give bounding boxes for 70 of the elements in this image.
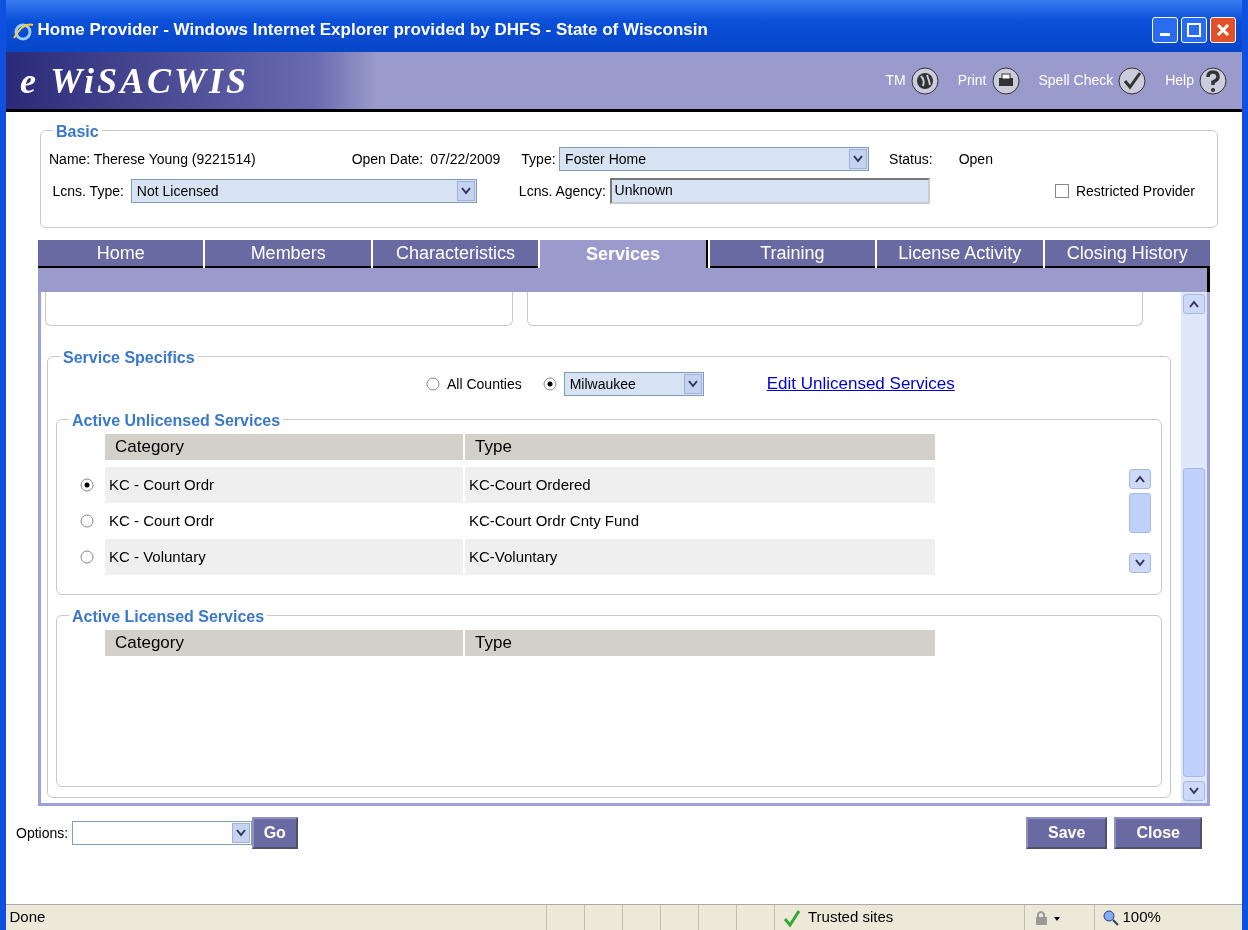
zoom-icon	[1103, 909, 1119, 926]
toolbar-link[interactable]: TM	[885, 70, 906, 91]
app-logo: e WiSACWIS	[20, 59, 250, 103]
table-cell: KC-Court Ordered	[465, 467, 935, 503]
minimize-icon	[1160, 32, 1170, 36]
scrollbar[interactable]	[1127, 467, 1153, 575]
tab[interactable]: License Activity	[877, 240, 1043, 268]
go-button[interactable]: Go	[251, 817, 298, 849]
spell-check-icon[interactable]	[1117, 65, 1148, 96]
tab[interactable]: Members	[205, 240, 371, 268]
close-icon	[1216, 23, 1230, 37]
table-cell: KC-Voluntary	[465, 539, 935, 575]
select-value: Foster Home	[565, 149, 646, 169]
scrollbar[interactable]	[1181, 292, 1207, 803]
tab[interactable]: Services	[540, 240, 708, 268]
window-title: Home Provider - Windows Internet Explorer provided by DHFS - State of Wisconsin	[37, 19, 708, 42]
license-type-select[interactable]: Not Licensed	[130, 179, 477, 203]
zone-text: Trusted sites	[808, 907, 894, 928]
field-value: 07/22/2009	[430, 149, 501, 169]
county-select[interactable]: Milwaukee	[563, 372, 704, 396]
field-label: Open Date:	[351, 149, 424, 169]
radio-button[interactable]	[542, 377, 557, 391]
field-label: Lcns. Type:	[52, 181, 124, 201]
checkmark-icon	[783, 908, 801, 927]
column-header: Category	[105, 630, 463, 656]
close-button[interactable]: Close	[1114, 817, 1202, 849]
field-value: Therese Young (9221514)	[93, 149, 256, 169]
status-text: Done	[8, 907, 47, 928]
checkbox-label: Restricted Provider	[1075, 181, 1195, 201]
agency-field[interactable]: Unknown	[609, 178, 930, 204]
globe-icon[interactable]	[909, 65, 940, 96]
field-label: Type:	[521, 149, 556, 169]
tab[interactable]: Home	[38, 240, 204, 268]
table-cell: KC - Court Ordr	[105, 467, 463, 503]
select-value: Milwaukee	[569, 374, 636, 394]
table-cell-text: KC-Court Ordr Cnty Fund	[468, 510, 641, 531]
help-icon[interactable]	[1198, 65, 1228, 96]
toolbar-link[interactable]: Spell Check	[1038, 70, 1114, 91]
save-button[interactable]: Save	[1026, 817, 1108, 849]
field-label: Status:	[889, 149, 933, 169]
tab[interactable]: Closing History	[1044, 240, 1210, 268]
type-select[interactable]: Foster Home	[559, 147, 870, 171]
radio-button[interactable]	[80, 478, 94, 492]
printer-icon[interactable]	[990, 65, 1021, 96]
select-value: Not Licensed	[136, 181, 219, 201]
field-label: Name:	[49, 149, 91, 169]
field-label: Options:	[16, 823, 69, 843]
maximize-button[interactable]	[1181, 17, 1207, 43]
close-button[interactable]	[1210, 17, 1236, 43]
lock-icon[interactable]	[1033, 909, 1063, 926]
table-cell-text: KC - Court Ordr	[108, 510, 215, 531]
column-header: Category	[105, 434, 463, 460]
checkbox[interactable]	[1054, 184, 1069, 198]
minimize-button[interactable]	[1152, 17, 1178, 43]
radio-button[interactable]	[426, 377, 440, 391]
table-cell: KC - Voluntary	[105, 539, 463, 575]
tab[interactable]: Training	[709, 240, 876, 268]
radio-button[interactable]	[80, 514, 94, 528]
toolbar-link[interactable]: Print	[957, 70, 987, 91]
field-value: Open	[958, 149, 993, 169]
toolbar-link[interactable]: Help	[1165, 70, 1194, 91]
edit-link[interactable]: Edit Unlicensed Services	[766, 371, 955, 397]
radio-label: All Counties	[447, 374, 522, 394]
zoom-level[interactable]: 100%	[1122, 906, 1161, 929]
column-header: Type	[465, 630, 935, 656]
column-header: Type	[465, 434, 935, 460]
field-label: Lcns. Agency:	[518, 181, 606, 201]
maximize-icon	[1187, 23, 1201, 37]
radio-button[interactable]	[80, 550, 94, 564]
tab[interactable]: Characteristics	[372, 240, 539, 268]
